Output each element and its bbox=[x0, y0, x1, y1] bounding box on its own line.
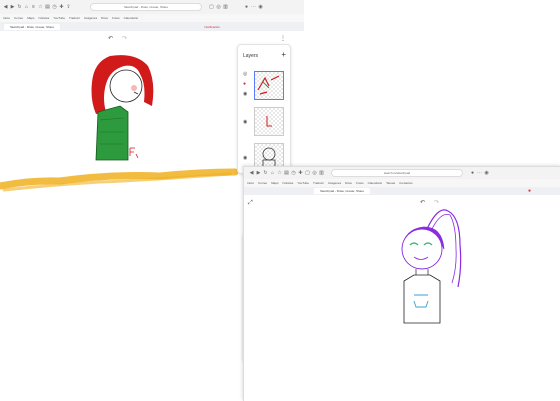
copy-icon[interactable]: ▢ bbox=[304, 169, 311, 177]
bookmark-item[interactable]: Calendario bbox=[368, 181, 383, 185]
lock-icon[interactable]: ◎ bbox=[243, 71, 247, 77]
collections-icon[interactable]: ▤ bbox=[44, 3, 51, 11]
back-icon[interactable]: ◀ bbox=[2, 3, 9, 11]
bookmark-item[interactable]: Imágenes bbox=[328, 181, 341, 185]
notification-icon[interactable]: ● bbox=[528, 188, 531, 194]
character-shirt bbox=[403, 274, 441, 324]
home-icon[interactable]: ⌂ bbox=[269, 169, 276, 177]
notification-label: Notificación bbox=[204, 24, 220, 29]
browser-window-right: ◀ ▶ ↻ ⌂ ☆ ▤ ◷ ✚ ▢ ◎ ▥ sketch.io/sketchpa… bbox=[243, 166, 560, 401]
eye-icon[interactable]: ◉ bbox=[243, 91, 247, 97]
tab-item[interactable]: Sketchpad - Draw, Create, Share bbox=[314, 188, 371, 194]
zoom-icon[interactable]: ◎ bbox=[311, 169, 318, 177]
bookmark-item[interactable]: Calendario bbox=[124, 16, 139, 20]
bookmark-item[interactable]: Inicio bbox=[3, 16, 10, 20]
menu-icon[interactable]: ≡ bbox=[30, 3, 37, 11]
browser-toolbar: ◀ ▶ ↻ ⌂ ☆ ▤ ◷ ✚ ▢ ◎ ▥ sketch.io/sketchpa… bbox=[244, 167, 560, 179]
forward-icon[interactable]: ▶ bbox=[255, 169, 262, 177]
bookmark-item[interactable]: YouTube bbox=[297, 181, 309, 185]
home-icon[interactable]: ⌂ bbox=[23, 3, 30, 11]
signature-mark bbox=[129, 147, 139, 159]
character-face bbox=[109, 69, 143, 103]
bookmark-item[interactable]: Traducir bbox=[313, 181, 324, 185]
reload-icon[interactable]: ↻ bbox=[16, 3, 23, 11]
favorite-icon[interactable]: ☆ bbox=[276, 169, 283, 177]
eye-icon[interactable]: ◉ bbox=[243, 155, 247, 161]
character-neck bbox=[415, 269, 429, 275]
layers-title: Layers bbox=[243, 53, 259, 59]
bookmark-item[interactable]: Fotos bbox=[356, 181, 364, 185]
layer-thumbnail[interactable] bbox=[254, 107, 284, 136]
settings-icon[interactable]: ⋯ bbox=[250, 3, 257, 11]
bookmark-item[interactable]: Noticias bbox=[283, 181, 294, 185]
tab-strip: Sketchpad - Draw, Create, Share ● bbox=[244, 187, 560, 195]
eye-icon[interactable]: ◉ bbox=[243, 119, 247, 125]
address-text: sketch.io/sketchpad bbox=[383, 171, 411, 175]
settings-icon[interactable]: ⋯ bbox=[476, 169, 483, 177]
yellow-brush-stroke bbox=[0, 168, 239, 190]
reader-icon[interactable]: ▥ bbox=[222, 3, 229, 11]
character-cheek bbox=[131, 85, 137, 91]
copy-icon[interactable]: ▢ bbox=[208, 3, 215, 11]
share-icon[interactable]: ⇪ bbox=[65, 3, 72, 11]
bookmark-item[interactable]: Noticias bbox=[39, 16, 50, 20]
bookmark-item[interactable]: Contactos bbox=[399, 181, 413, 185]
bookmark-item[interactable]: Correo bbox=[14, 16, 23, 20]
bookmark-item[interactable]: Drive bbox=[101, 16, 108, 20]
profile-icon[interactable]: ● bbox=[469, 169, 476, 177]
bookmark-item[interactable]: Imágenes bbox=[84, 16, 97, 20]
delete-icon[interactable]: ● bbox=[243, 81, 246, 87]
layers-panel: Layers + ◎ ● ◉ ◉ ◉ bbox=[237, 44, 291, 174]
bookmark-item[interactable]: Tareas bbox=[386, 181, 395, 185]
edge-icon[interactable]: ◉ bbox=[257, 3, 264, 11]
tab-item[interactable]: Sketchpad - Draw, Create, Share bbox=[4, 23, 61, 30]
bookmarks-bar: Inicio Correo Maps Noticias YouTube Trad… bbox=[0, 14, 304, 22]
zoom-icon[interactable]: ◎ bbox=[215, 3, 222, 11]
extensions-icon[interactable]: ✚ bbox=[58, 3, 65, 11]
bookmark-item[interactable]: Maps bbox=[27, 16, 34, 20]
history-icon[interactable]: ◷ bbox=[51, 3, 58, 11]
bookmark-item[interactable]: YouTube bbox=[53, 16, 65, 20]
favorite-icon[interactable]: ☆ bbox=[37, 3, 44, 11]
character-face bbox=[401, 228, 443, 270]
back-icon[interactable]: ◀ bbox=[248, 169, 255, 177]
history-icon[interactable]: ◷ bbox=[290, 169, 297, 177]
bookmark-item[interactable]: Fotos bbox=[112, 16, 120, 20]
bookmark-item[interactable]: Inicio bbox=[247, 181, 254, 185]
address-bar[interactable]: Sketchpad - Draw, Create, Share bbox=[90, 3, 202, 11]
edge-icon[interactable]: ◉ bbox=[483, 169, 490, 177]
bookmark-item[interactable]: Maps bbox=[271, 181, 278, 185]
character-shirt bbox=[95, 105, 129, 161]
forward-icon[interactable]: ▶ bbox=[9, 3, 16, 11]
tab-title: Sketchpad - Draw, Create, Share bbox=[123, 5, 169, 9]
drawing-canvas[interactable] bbox=[244, 205, 560, 401]
extensions-icon[interactable]: ✚ bbox=[297, 169, 304, 177]
browser-toolbar: ◀ ▶ ↻ ⌂ ≡ ☆ ▤ ◷ ✚ ⇪ Sketchpad - Draw, Cr… bbox=[0, 0, 304, 14]
reload-icon[interactable]: ↻ bbox=[262, 169, 269, 177]
bookmarks-bar: Inicio Correo Maps Noticias YouTube Trad… bbox=[244, 179, 560, 187]
profile-icon[interactable]: ● bbox=[243, 3, 250, 11]
address-bar[interactable]: sketch.io/sketchpad bbox=[331, 169, 463, 177]
layer-thumbnail[interactable] bbox=[254, 71, 284, 100]
bookmark-item[interactable]: Traducir bbox=[69, 16, 80, 20]
tab-strip: Sketchpad - Draw, Create, Share Notifica… bbox=[0, 22, 304, 31]
add-layer-button[interactable]: + bbox=[281, 50, 286, 59]
collections-icon[interactable]: ▤ bbox=[283, 169, 290, 177]
bookmark-item[interactable]: Correo bbox=[258, 181, 267, 185]
reader-icon[interactable]: ▥ bbox=[318, 169, 325, 177]
bookmark-item[interactable]: Drive bbox=[345, 181, 352, 185]
